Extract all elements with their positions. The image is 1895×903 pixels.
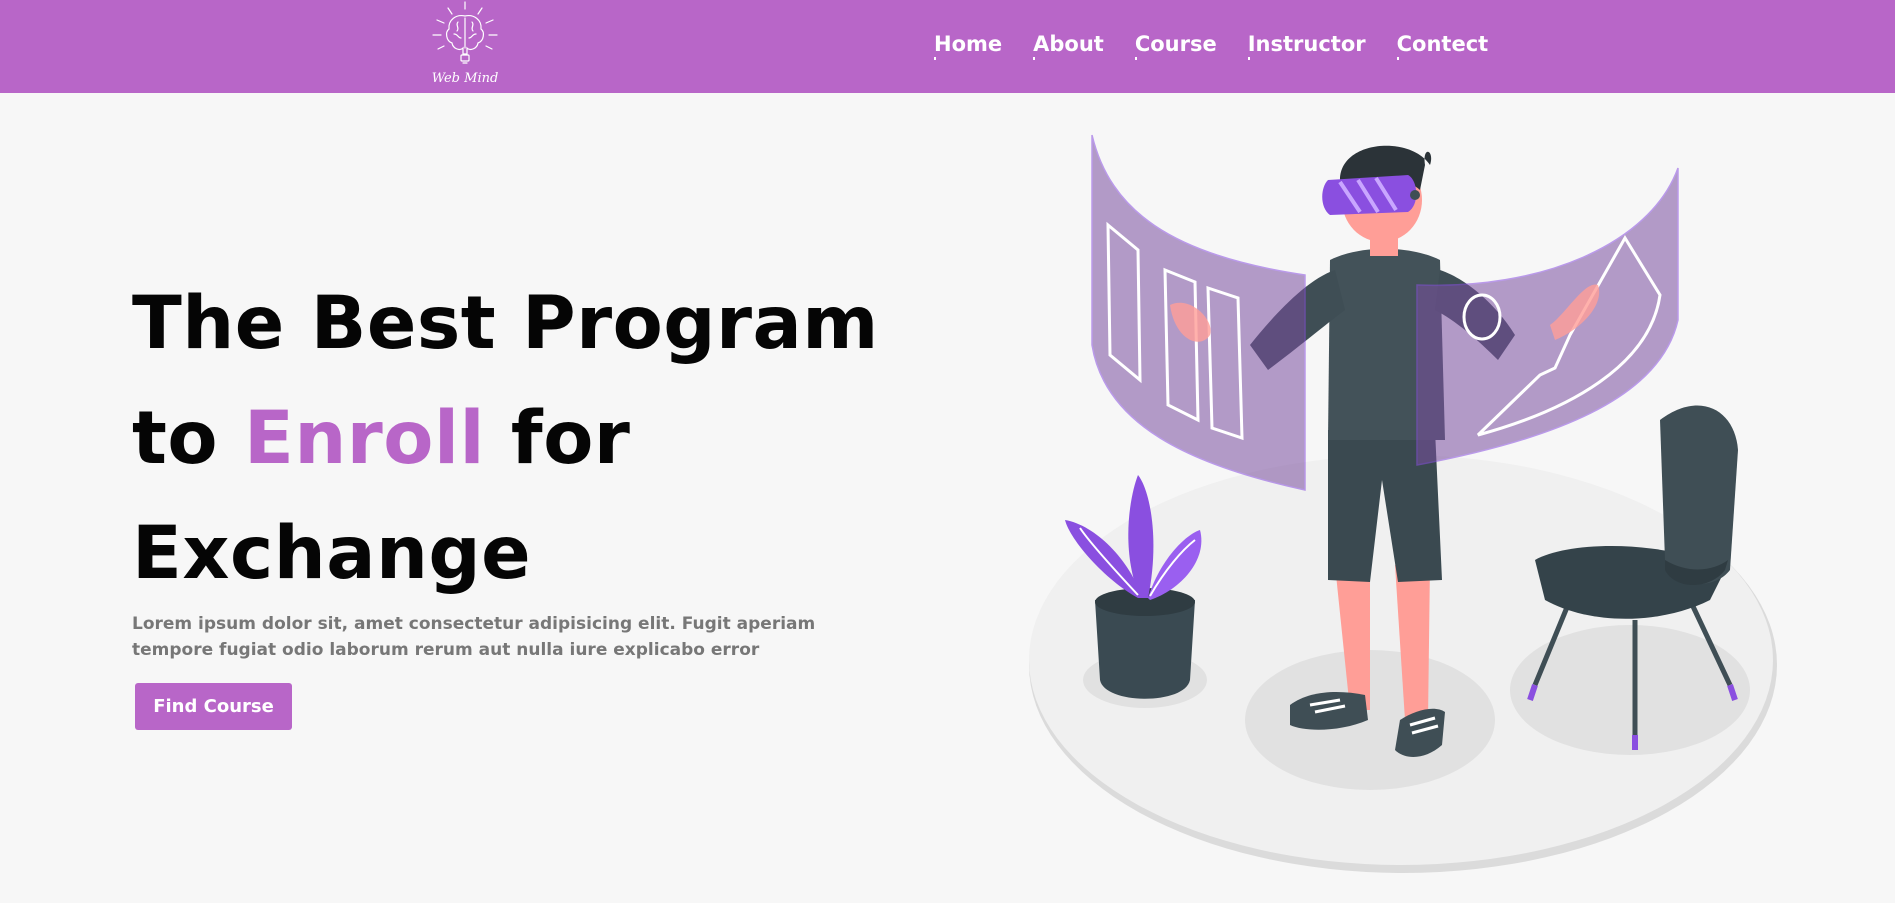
- hero-description: Lorem ipsum dolor sit, amet consectetur …: [132, 614, 816, 660]
- hero-title-line-1: The Best Program: [132, 281, 879, 366]
- vr-illustration: [1010, 120, 1810, 890]
- nav-link-home[interactable]: Home: [934, 30, 1002, 60]
- hero-title-line-2: to Enroll for: [132, 381, 932, 496]
- left-hologram-screen: [1091, 134, 1306, 491]
- nav-link-contact[interactable]: Contect: [1396, 30, 1488, 60]
- hero-title-to: to: [132, 396, 244, 481]
- nav-link-course[interactable]: Course: [1134, 30, 1217, 60]
- navbar: Web Mind Home About Course Instructor Co…: [0, 0, 1895, 93]
- main-nav: Home About Course Instructor Contect: [934, 30, 1519, 60]
- hero-title-for: for: [485, 396, 631, 481]
- nav-link-about[interactable]: About: [1033, 30, 1104, 60]
- find-course-button[interactable]: Find Course: [135, 683, 292, 730]
- nav-link-instructor[interactable]: Instructor: [1247, 30, 1366, 60]
- hero-title-accent: Enroll: [243, 396, 486, 481]
- brain-lightbulb-icon: [432, 1, 498, 64]
- logo-text: Web Mind: [431, 71, 499, 86]
- hero-title: The Best Program to Enroll for Exchange: [132, 266, 932, 611]
- logo[interactable]: Web Mind: [424, 0, 506, 90]
- hero-title-line-3: Exchange: [132, 511, 532, 596]
- right-hologram-screen: [1416, 167, 1679, 466]
